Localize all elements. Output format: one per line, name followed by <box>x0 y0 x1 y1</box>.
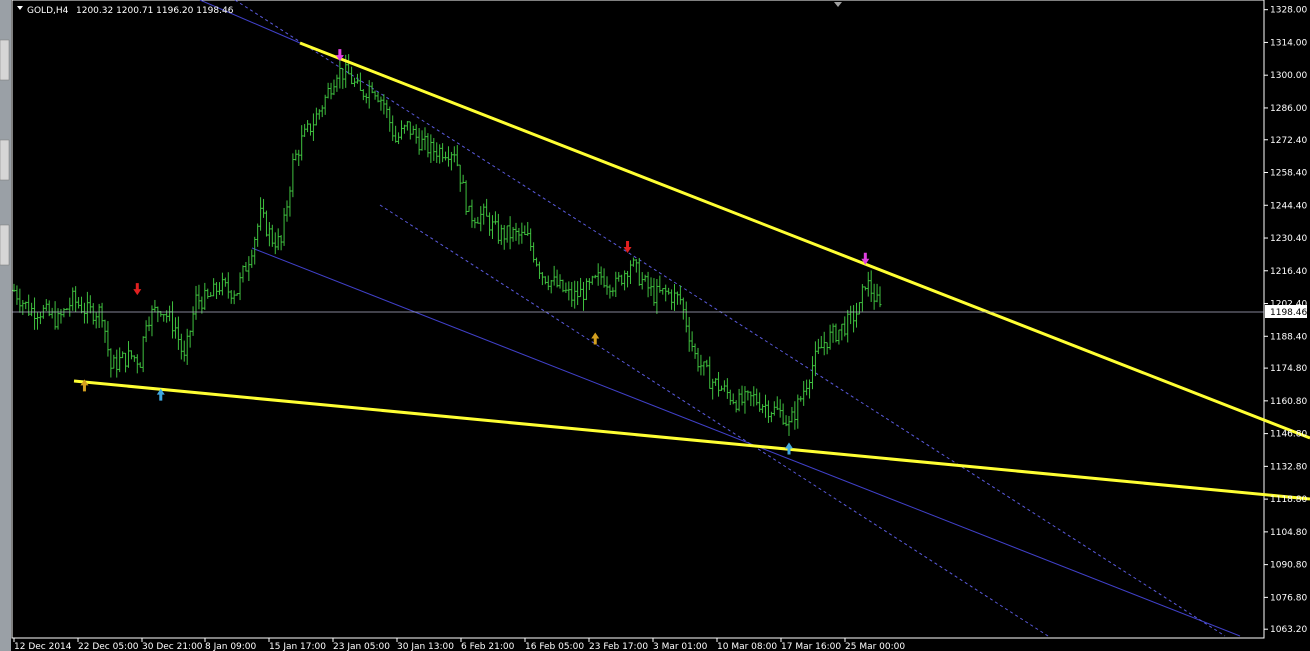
price-axis[interactable]: 1328.00 1314.00 1300.00 1286.00 1272.40 1258.… <box>1264 6 1307 636</box>
symbol-label: GOLD,H4 <box>27 6 69 16</box>
time-axis[interactable]: 12 Dec 2014 22 Dec 05:00 30 Dec 21:00 8 Jan… <box>13 638 905 651</box>
y-tick-label: 1300.00 <box>1270 71 1307 81</box>
x-tick-label: 10 Mar 08:00 <box>717 642 777 651</box>
x-tick-label: 15 Jan 17:00 <box>269 642 326 651</box>
left-toolbar-tab[interactable] <box>0 224 10 266</box>
left-toolbar-strip <box>0 0 11 651</box>
y-tick-label: 1286.00 <box>1270 104 1307 114</box>
y-tick-label: 1132.80 <box>1270 462 1307 472</box>
y-tick-label: 1314.00 <box>1270 38 1307 48</box>
x-tick-label: 12 Dec 2014 <box>14 642 72 651</box>
x-tick-label: 30 Dec 21:00 <box>142 642 203 651</box>
y-tick-label: 1216.40 <box>1270 267 1307 277</box>
y-tick-label: 1258.40 <box>1270 169 1307 179</box>
y-tick-label: 1328.00 <box>1270 6 1307 16</box>
plot-frame <box>11 0 1265 639</box>
y-tick-label: 1272.40 <box>1270 136 1307 146</box>
x-tick-label: 3 Mar 01:00 <box>653 642 708 651</box>
x-tick-label: 25 Mar 00:00 <box>845 642 905 651</box>
chart-area[interactable]: 1198.46 1328.001314.001300.001286.001272… <box>0 0 1310 651</box>
x-tick-label: 22 Dec 05:00 <box>78 642 139 651</box>
y-tick-label: 1118.80 <box>1270 495 1307 505</box>
y-tick-label: 1202.40 <box>1270 300 1307 310</box>
x-tick-label: 6 Feb 21:00 <box>461 642 515 651</box>
y-tick-label: 1146.80 <box>1270 430 1307 440</box>
y-tick-label: 1188.40 <box>1270 332 1307 342</box>
y-tick-label: 1076.80 <box>1270 593 1307 603</box>
y-tick-label: 1104.80 <box>1270 528 1307 538</box>
x-tick-label: 16 Feb 05:00 <box>525 642 584 651</box>
y-tick-label: 1063.20 <box>1270 625 1307 635</box>
y-tick-label: 1174.80 <box>1270 364 1307 374</box>
y-tick-label: 1230.40 <box>1270 234 1307 244</box>
x-tick-label: 17 Mar 16:00 <box>781 642 841 651</box>
y-tick-label: 1160.80 <box>1270 397 1307 407</box>
y-tick-label: 1244.40 <box>1270 201 1307 211</box>
x-tick-label: 23 Feb 17:00 <box>589 642 648 651</box>
left-toolbar-tab[interactable] <box>0 39 10 81</box>
x-tick-label: 8 Jan 09:00 <box>205 642 257 651</box>
left-toolbar-tab[interactable] <box>0 139 10 181</box>
y-tick-label: 1090.80 <box>1270 561 1307 571</box>
ohlc-label: 1200.32 1200.71 1196.20 1198.46 <box>76 6 234 16</box>
x-tick-label: 23 Jan 05:00 <box>333 642 390 651</box>
x-tick-label: 30 Jan 13:00 <box>397 642 454 651</box>
